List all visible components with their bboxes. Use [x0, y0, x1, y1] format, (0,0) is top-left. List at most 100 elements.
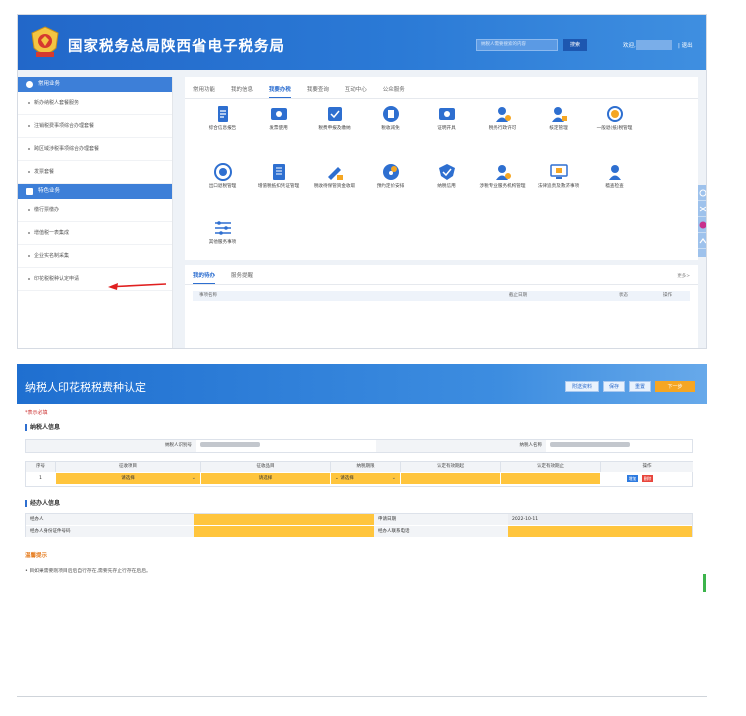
valid-from-input[interactable] [401, 473, 501, 484]
grid-icon [26, 188, 33, 195]
function-tile[interactable]: 综合信息报告 [195, 105, 250, 147]
function-tile-label: 其他服务事项 [208, 240, 237, 245]
scroll-indicator [703, 574, 706, 592]
site-title: 国家税务总局陕西省电子税务局 [68, 39, 285, 55]
valid-to-input[interactable] [501, 473, 601, 484]
function-tile[interactable]: 一般退(抵)税管理 [587, 105, 642, 147]
collection-subitem-select[interactable]: 请选择 [201, 473, 331, 484]
function-tile-label: 一般退(抵)税管理 [596, 126, 633, 131]
sidebar: 常用业务 新办纳税人套餐服务 注销税费事项综合办理套餐 跨区域涉税事项综合办理套… [18, 77, 173, 348]
function-tile[interactable]: 预约定价安排 [363, 163, 418, 205]
function-tile-label: 涉税专业服务机构管理 [479, 184, 526, 189]
welcome-text: 欢迎, [623, 43, 636, 49]
sidebar-item-cross-region[interactable]: 跨区域涉税事项综合办理套餐 [18, 138, 172, 161]
sidebar-group-label: 特色业务 [38, 188, 61, 194]
function-tile[interactable]: 法律追责及救济事项 [531, 163, 586, 205]
attach-documents-button[interactable]: 附送资料 [565, 381, 599, 392]
tab-public-service[interactable]: 公众服务 [383, 83, 405, 97]
sidebar-item-deregistration[interactable]: 注销税费事项综合办理套餐 [18, 115, 172, 138]
function-tile-label: 出口退税管理 [208, 184, 237, 189]
search-button[interactable]: 搜索 [563, 39, 587, 51]
agent-info-table: 经办人 申请日期 2022-10-11 经办人身份证件号码 经办人联系电话 [25, 513, 693, 537]
column-header: 序号 [26, 462, 56, 472]
function-tile[interactable]: 证明开具 [419, 105, 474, 147]
document-icon [214, 105, 232, 123]
vat-deduction-icon [270, 163, 288, 181]
bullet-icon [28, 101, 30, 104]
required-note: *表示必填 [25, 410, 48, 416]
tax-declaration-icon [326, 105, 344, 123]
function-tile-label: 纳税信用 [437, 184, 456, 189]
form-header: 纳税人印花税税费种认定 附送资料 保存 重置 下一步 [17, 364, 707, 404]
agent-label: 经办人 [26, 514, 194, 525]
sidebar-item-bank-payment[interactable]: 缴行票缴办 [18, 199, 172, 222]
save-button[interactable]: 保存 [603, 381, 625, 392]
reset-button[interactable]: 重置 [629, 381, 651, 392]
tab-common[interactable]: 常用功能 [193, 83, 215, 97]
collection-item-select[interactable]: 请选择 ⌄ [56, 473, 201, 484]
tab-my-todo[interactable]: 我的待办 [193, 269, 216, 284]
taxpayer-id-label: 纳税人识别号 [26, 440, 196, 452]
column-header: 截止日期 [509, 293, 527, 298]
taxpayer-id-value [196, 440, 376, 452]
cloud-icon[interactable] [698, 185, 706, 201]
function-tile[interactable]: 发票使用 [251, 105, 306, 147]
customer-service-icon[interactable] [698, 217, 706, 233]
share-icon[interactable] [698, 201, 706, 217]
search-input[interactable]: 纳税人需要搜索的内容 [476, 39, 558, 51]
agent-id-label: 经办人身份证件号码 [26, 526, 194, 537]
function-tile[interactable]: 稽查检查 [587, 163, 642, 205]
export-rebate-icon [213, 163, 232, 181]
function-tile[interactable]: 增值税抵扣凭证管理 [251, 163, 306, 205]
back-to-top-icon[interactable] [698, 233, 706, 249]
tax-credit-icon [438, 163, 456, 181]
tab-my-info[interactable]: 我的信息 [231, 83, 253, 97]
todo-panel: 我的待办 服务提醒 更多> 事项名称 截止日期 状态 操作 [185, 265, 698, 348]
function-tile[interactable]: 税收减免 [363, 105, 418, 147]
sidebar-item-invoice[interactable]: 发票套餐 [18, 161, 172, 184]
todo-tabs: 我的待办 服务提醒 [193, 269, 267, 284]
user-name-redacted [636, 40, 672, 50]
more-link[interactable]: 更多> [677, 273, 690, 279]
function-tile-label: 发票使用 [269, 126, 288, 131]
tab-divider [185, 98, 698, 99]
sidebar-item-real-name[interactable]: 企业实名制采集 [18, 245, 172, 268]
main-content: 常用功能 我的信息 我要办税 我要查询 互动中心 公众服务 综合信息报告 发票使用… [185, 77, 698, 348]
tax-period-select[interactable]: ⌄ 请选择 ⌄ [331, 473, 401, 484]
inspection-icon [606, 163, 624, 181]
taxpayer-name-label: 纳税人名称 [376, 440, 546, 452]
sidebar-item-new-taxpayer[interactable]: 新办纳税人套餐服务 [18, 92, 172, 115]
sidebar-group-common[interactable]: 常用业务 [18, 77, 172, 92]
function-tile[interactable]: 税务行政许可 [475, 105, 530, 147]
agent-phone-input[interactable] [508, 526, 692, 537]
function-tile[interactable]: 涉税专业服务机构管理 [475, 163, 530, 205]
add-row-button[interactable]: 增加 [627, 475, 638, 482]
column-header: 认定有效期起 [401, 462, 501, 472]
bullet-icon [28, 147, 30, 150]
function-tile[interactable]: 核定管理 [531, 105, 586, 147]
function-tile[interactable]: 税收待保管资金收取 [307, 163, 362, 205]
tab-tax-handling[interactable]: 我要办税 [268, 83, 291, 98]
circle-icon [26, 81, 33, 88]
tab-interaction[interactable]: 互动中心 [345, 83, 367, 97]
agent-input[interactable] [194, 514, 374, 525]
delete-row-button[interactable]: 删除 [642, 475, 653, 482]
agent-phone-label: 经办人联系电话 [374, 526, 508, 537]
page-title: 纳税人印花税税费种认定 [25, 381, 146, 394]
logout-link[interactable]: | 退出 [678, 41, 693, 49]
tab-query[interactable]: 我要查询 [307, 83, 329, 97]
chevron-down-icon: ⌄ [391, 475, 396, 481]
function-tile[interactable]: 税费申报及缴纳 [307, 105, 362, 147]
function-tile[interactable]: 出口退税管理 [195, 163, 250, 205]
certificate-icon [438, 105, 456, 123]
function-tile-label: 税费申报及缴纳 [318, 126, 351, 131]
sidebar-item-vat-integration[interactable]: 增值税一表集成 [18, 222, 172, 245]
agent-id-input[interactable] [194, 526, 374, 537]
sidebar-group-special[interactable]: 特色业务 [18, 184, 172, 199]
assessment-icon [550, 105, 568, 123]
function-tile-label: 核定管理 [549, 126, 568, 131]
next-step-button[interactable]: 下一步 [655, 381, 695, 392]
tab-service-reminder[interactable]: 服务提醒 [231, 269, 253, 283]
function-tile[interactable]: 纳税信用 [419, 163, 474, 205]
function-tile[interactable]: 其他服务事项 [195, 219, 250, 261]
